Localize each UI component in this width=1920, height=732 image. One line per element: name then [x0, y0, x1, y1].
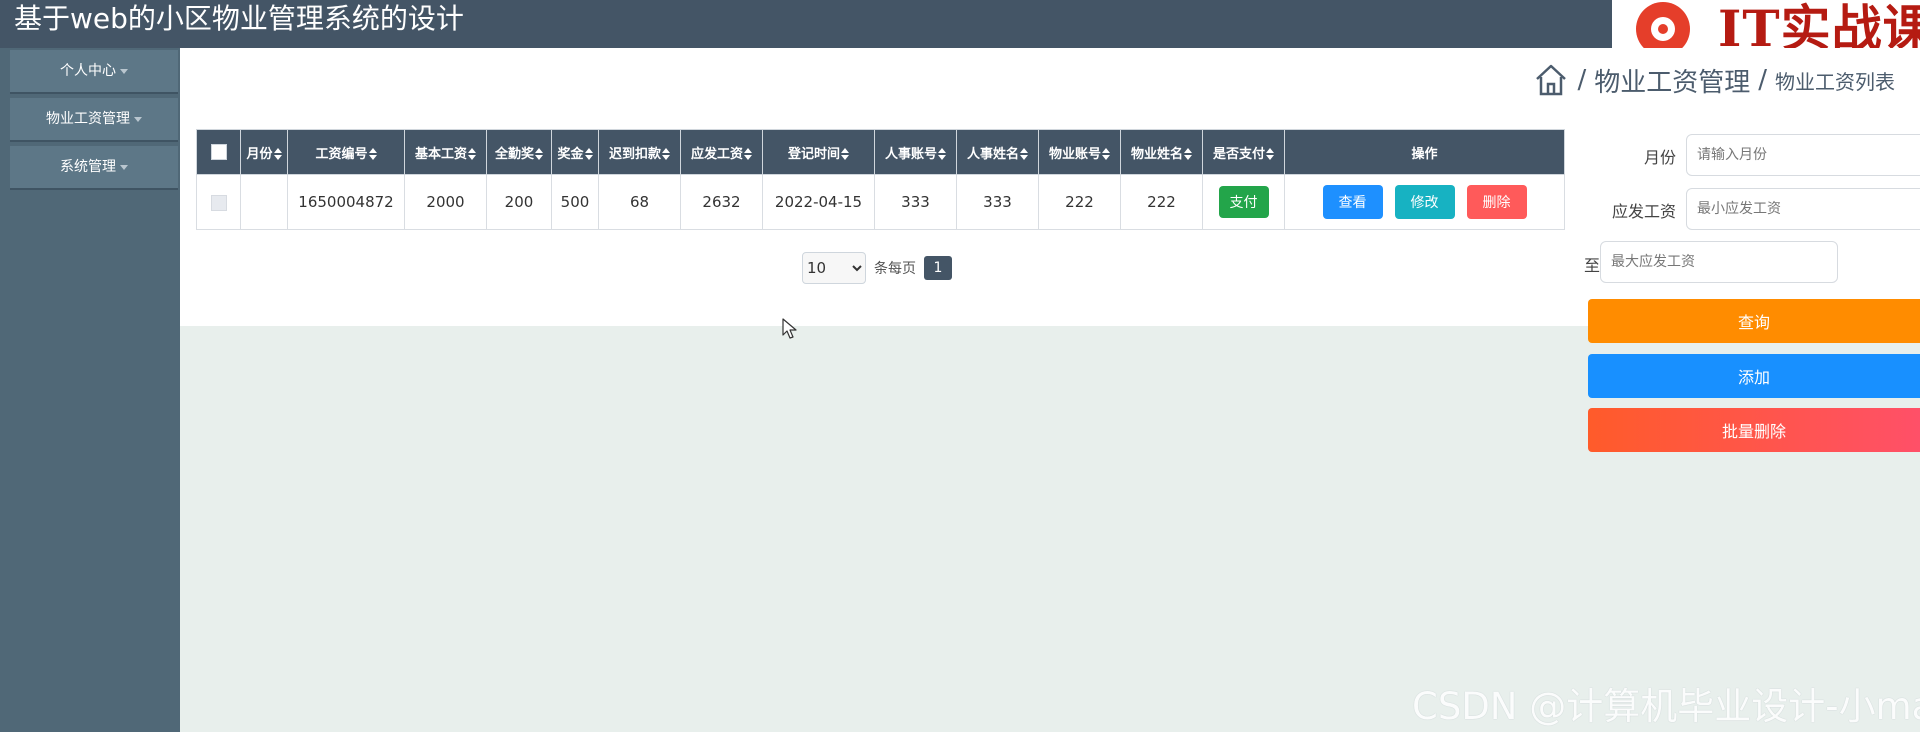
table-header-row: 月份 工资编号 基本工资 全勤奖 奖金 迟到扣款 应发工资 登记时间 人事账号 … — [196, 129, 1565, 175]
column-header-paid[interactable]: 是否支付 — [1202, 129, 1285, 175]
column-header-month[interactable]: 月份 — [240, 129, 288, 175]
sort-icon[interactable] — [938, 148, 946, 160]
month-label: 月份 — [1643, 148, 1676, 167]
cell-late-deduction: 68 — [598, 174, 681, 230]
sort-icon[interactable] — [744, 148, 752, 160]
column-header-actions: 操作 — [1284, 129, 1565, 175]
sort-icon[interactable] — [1266, 148, 1274, 160]
sidebar-item-label: 物业工资管理 — [46, 111, 130, 127]
row-checkbox[interactable] — [210, 194, 227, 211]
breadcrumb-salary-list: 物业工资列表 — [1775, 69, 1895, 94]
pay-button[interactable]: 支付 — [1218, 186, 1269, 218]
sidebar-item-salary-management[interactable]: 物业工资管理 — [10, 98, 178, 142]
watermark-text: CSDN @计算机毕业设计-小ma — [1412, 685, 1920, 728]
batch-delete-button[interactable]: 批量删除 — [1588, 408, 1920, 452]
search-button[interactable]: 查询 — [1588, 299, 1920, 343]
column-header-reg-time[interactable]: 登记时间 — [762, 129, 875, 175]
add-button[interactable]: 添加 — [1588, 354, 1920, 398]
sidebar-item-label: 个人中心 — [60, 63, 116, 79]
sidebar-item-system-management[interactable]: 系统管理 — [10, 146, 178, 190]
column-header-prop-name[interactable]: 物业姓名 — [1120, 129, 1203, 175]
pagination: 10 条每页 1 — [802, 252, 952, 284]
sort-icon[interactable] — [1020, 148, 1028, 160]
sort-icon[interactable] — [535, 148, 543, 160]
cell-prop-name: 222 — [1120, 174, 1203, 230]
cell-bonus: 500 — [551, 174, 599, 230]
column-header-prop-account[interactable]: 物业账号 — [1038, 129, 1121, 175]
home-icon[interactable] — [1533, 62, 1569, 98]
chevron-down-icon — [120, 68, 128, 74]
month-input[interactable] — [1686, 134, 1920, 176]
column-header-late-deduction[interactable]: 迟到扣款 — [598, 129, 681, 175]
delete-button[interactable]: 删除 — [1466, 185, 1527, 219]
select-all-checkbox[interactable] — [210, 144, 227, 160]
table-row: 1650004872 2000 200 500 68 2632 2022-04-… — [196, 174, 1565, 230]
mouse-cursor-icon — [782, 318, 797, 339]
cell-prop-account: 222 — [1038, 174, 1121, 230]
per-page-label: 条每页 — [874, 261, 916, 277]
cell-base-salary: 2000 — [404, 174, 487, 230]
chevron-down-icon — [134, 116, 142, 122]
column-header-payable[interactable]: 应发工资 — [680, 129, 763, 175]
breadcrumb-separator: / — [1758, 65, 1767, 95]
cell-attendance-bonus: 200 — [486, 174, 552, 230]
column-header-base-salary[interactable]: 基本工资 — [404, 129, 487, 175]
cell-hr-name: 333 — [956, 174, 1039, 230]
min-salary-input[interactable] — [1686, 188, 1920, 230]
sort-icon[interactable] — [273, 148, 282, 160]
breadcrumb-separator: / — [1577, 65, 1587, 95]
chevron-down-icon — [120, 164, 128, 170]
max-salary-input[interactable] — [1600, 241, 1838, 283]
sort-icon[interactable] — [841, 148, 849, 160]
sort-icon[interactable] — [368, 148, 377, 160]
row-select-cell — [196, 174, 241, 230]
column-header-hr-account[interactable]: 人事账号 — [874, 129, 957, 175]
view-button[interactable]: 查看 — [1322, 185, 1383, 219]
range-to-label: 至 — [1583, 256, 1600, 275]
column-header-hr-name[interactable]: 人事姓名 — [956, 129, 1039, 175]
column-header-bonus[interactable]: 奖金 — [551, 129, 599, 175]
cell-reg-time: 2022-04-15 — [762, 174, 875, 230]
sidebar: 个人中心 物业工资管理 系统管理 — [0, 48, 180, 732]
sidebar-item-label: 系统管理 — [60, 159, 116, 175]
cell-salary-no: 1650004872 — [287, 174, 405, 230]
cell-paid: 支付 — [1202, 174, 1285, 230]
edit-button[interactable]: 修改 — [1394, 185, 1455, 219]
salary-table: 月份 工资编号 基本工资 全勤奖 奖金 迟到扣款 应发工资 登记时间 人事账号 … — [196, 129, 1565, 230]
column-header-salary-no[interactable]: 工资编号 — [287, 129, 405, 175]
payable-salary-label: 应发工资 — [1611, 202, 1676, 221]
sort-icon[interactable] — [468, 148, 476, 160]
cell-actions: 查看 修改 删除 — [1284, 174, 1565, 230]
app-title: 基于web的小区物业管理系统的设计 — [14, 2, 464, 35]
select-all-cell — [196, 129, 241, 175]
cell-hr-account: 333 — [874, 174, 957, 230]
sort-icon[interactable] — [662, 148, 670, 160]
column-header-attendance-bonus[interactable]: 全勤奖 — [486, 129, 552, 175]
cell-month — [240, 174, 288, 230]
page-size-select[interactable]: 10 — [802, 252, 866, 284]
sidebar-item-personal-center[interactable]: 个人中心 — [10, 50, 178, 94]
top-header-bar: 基于web的小区物业管理系统的设计 — [0, 0, 1612, 48]
cell-payable: 2632 — [680, 174, 763, 230]
sort-icon[interactable] — [1184, 148, 1192, 160]
sort-icon[interactable] — [1102, 148, 1110, 160]
sort-icon[interactable] — [584, 148, 593, 160]
breadcrumb: / 物业工资管理 / 物业工资列表 — [1533, 60, 1895, 100]
page-number-current[interactable]: 1 — [924, 256, 952, 280]
breadcrumb-salary-management[interactable]: 物业工资管理 — [1594, 62, 1750, 99]
